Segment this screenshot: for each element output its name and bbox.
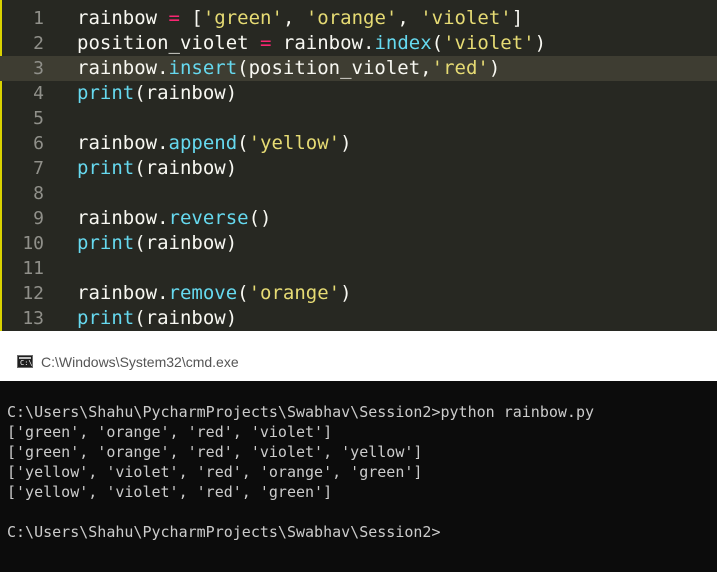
code-line[interactable]: 1 rainbow = ['green', 'orange', 'violet']: [0, 6, 717, 31]
code-token: 'red': [431, 57, 489, 79]
code-token: =: [260, 32, 272, 54]
console-line: ['yellow', 'violet', 'red', 'orange', 'g…: [7, 463, 423, 481]
line-number: 6: [33, 133, 44, 154]
console-line: ['yellow', 'violet', 'red', 'green']: [7, 483, 333, 501]
code-token: (: [431, 32, 444, 54]
code-line[interactable]: 7 print(rainbow): [0, 156, 717, 181]
code-text: rainbow = ['green', 'orange', 'violet']: [77, 6, 523, 31]
code-line[interactable]: 10 print(rainbow): [0, 231, 717, 256]
code-token: print: [77, 157, 135, 179]
code-line[interactable]: 12 rainbow.remove('orange'): [0, 281, 717, 306]
line-number: 2: [33, 33, 44, 54]
code-text: rainbow.remove('orange'): [77, 281, 352, 306]
code-token: rainbow.: [77, 132, 169, 154]
window-titlebar[interactable]: C:\ C:\Windows\System32\cmd.exe: [0, 343, 717, 381]
code-text: print(rainbow): [77, 231, 237, 256]
line-number: 4: [33, 83, 44, 104]
code-token: rainbow: [77, 7, 169, 29]
code-token: print: [77, 232, 135, 254]
code-token: 'yellow': [248, 132, 341, 154]
code-token: (rainbow): [134, 307, 238, 329]
code-token: insert: [168, 57, 238, 79]
code-token: ): [488, 57, 501, 79]
code-token: (rainbow): [134, 82, 238, 104]
code-token: append: [168, 132, 238, 154]
code-token: (rainbow): [134, 157, 238, 179]
code-text: print(rainbow): [77, 306, 237, 331]
line-number: 12: [22, 283, 44, 304]
code-line[interactable]: 4 print(rainbow): [0, 81, 717, 106]
code-token: ]: [511, 7, 524, 29]
code-text: rainbow.append('yellow'): [77, 131, 352, 156]
code-token: ,: [282, 7, 306, 29]
code-token: ): [340, 132, 352, 154]
line-number: 9: [33, 208, 44, 229]
console-output[interactable]: C:\Users\Shahu\PycharmProjects\Swabhav\S…: [0, 381, 717, 572]
code-token: ): [340, 282, 352, 304]
code-line[interactable]: 11: [0, 256, 717, 281]
code-token: =: [168, 7, 180, 29]
cmd-icon-glyph: C:\: [20, 359, 33, 367]
code-token: (: [237, 132, 249, 154]
code-line[interactable]: 9 rainbow.reverse(): [0, 206, 717, 231]
code-token: reverse: [168, 207, 249, 229]
code-token: 'violet': [420, 7, 512, 29]
cmd-window[interactable]: C:\ C:\Windows\System32\cmd.exe C:\Users…: [0, 343, 717, 572]
code-line[interactable]: 5: [0, 106, 717, 131]
code-token: index: [374, 32, 432, 54]
code-token: position_violet: [77, 32, 261, 54]
code-token: (): [248, 207, 272, 229]
code-token: 'orange': [305, 7, 398, 29]
code-token: ,: [397, 7, 421, 29]
code-text: print(rainbow): [77, 156, 237, 181]
console-line: C:\Users\Shahu\PycharmProjects\Swabhav\S…: [7, 523, 441, 541]
code-text: rainbow.insert(position_violet,'red'): [77, 56, 500, 81]
code-token: rainbow.: [77, 57, 169, 79]
code-token: (position_violet,: [237, 57, 432, 79]
code-token: (: [237, 282, 249, 304]
code-text: position_violet = rainbow.index('violet'…: [77, 31, 546, 56]
code-token: rainbow.: [77, 207, 169, 229]
code-token: 'green': [202, 7, 283, 29]
code-token: 'violet': [443, 32, 535, 54]
line-number: 7: [33, 158, 44, 179]
line-number: 1: [33, 8, 44, 29]
code-token: rainbow.: [77, 282, 169, 304]
code-token: rainbow.: [271, 32, 375, 54]
line-number: 5: [33, 108, 44, 129]
code-token: remove: [168, 282, 238, 304]
line-number: 13: [22, 308, 44, 329]
code-token: 'orange': [248, 282, 341, 304]
code-text: print(rainbow): [77, 81, 237, 106]
cmd-console-icon: C:\: [17, 355, 33, 368]
code-text: rainbow.reverse(): [77, 206, 271, 231]
window-title: C:\Windows\System32\cmd.exe: [41, 354, 239, 370]
code-line[interactable]: 6 rainbow.append('yellow'): [0, 131, 717, 156]
code-editor[interactable]: 1 rainbow = ['green', 'orange', 'violet']…: [0, 0, 717, 331]
code-line[interactable]: 13 print(rainbow): [0, 306, 717, 331]
code-line[interactable]: 8: [0, 181, 717, 206]
code-token: (rainbow): [134, 232, 238, 254]
line-number: 8: [33, 183, 44, 204]
code-token: ): [534, 32, 547, 54]
code-token: print: [77, 307, 135, 329]
console-line: C:\Users\Shahu\PycharmProjects\Swabhav\S…: [7, 403, 594, 421]
code-line[interactable]: 3 rainbow.insert(position_violet,'red'): [0, 56, 717, 81]
code-token: [: [179, 7, 203, 29]
line-number: 11: [22, 258, 44, 279]
console-line: ['green', 'orange', 'red', 'violet']: [7, 423, 333, 441]
console-line: ['green', 'orange', 'red', 'violet', 'ye…: [7, 443, 423, 461]
code-token: print: [77, 82, 135, 104]
line-number: 10: [22, 233, 44, 254]
line-number: 3: [33, 58, 44, 79]
code-line[interactable]: 2 position_violet = rainbow.index('violet…: [0, 31, 717, 56]
